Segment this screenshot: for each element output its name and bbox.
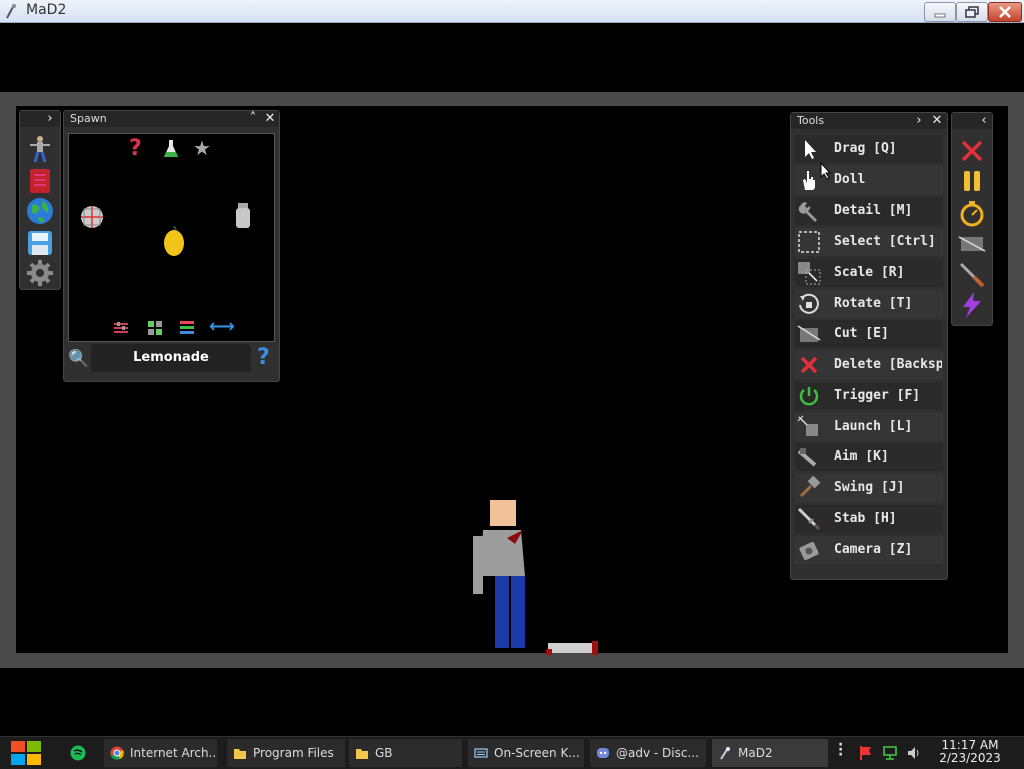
tool-scale[interactable]: Scale [R] xyxy=(795,259,943,287)
swap-arrows-icon[interactable]: ⟷ xyxy=(209,316,235,337)
discord-icon xyxy=(597,748,609,758)
tool-delete[interactable]: Delete [Backsp xyxy=(795,351,943,379)
tool-select[interactable]: Select [Ctrl] xyxy=(795,228,943,256)
spotify-icon[interactable] xyxy=(70,745,86,761)
lightning-icon[interactable] xyxy=(958,291,986,319)
save-floppy-icon[interactable] xyxy=(26,229,54,257)
scale-icon xyxy=(798,262,821,285)
tool-cut[interactable]: Cut [E] xyxy=(795,320,943,348)
collapse-left-chevron-icon[interactable]: ‹ xyxy=(976,114,992,128)
right-bar-header: ‹ xyxy=(952,113,992,129)
tool-swing[interactable]: Swing [J] xyxy=(795,474,943,502)
select-box-icon xyxy=(798,231,820,253)
power-icon xyxy=(799,387,819,406)
tool-aim[interactable]: Aim [K] xyxy=(795,443,943,471)
spawn-search-field[interactable]: Lemonade xyxy=(91,344,251,372)
folder-icon xyxy=(234,749,246,759)
hand-icon xyxy=(803,171,815,190)
app-icon xyxy=(6,4,16,19)
taskbar-item-mad2[interactable]: MaD2 xyxy=(712,739,828,767)
ragdoll-category-icon[interactable] xyxy=(26,135,54,163)
list-view-icon[interactable] xyxy=(179,320,195,336)
wrench-icon xyxy=(798,202,817,222)
restore-button[interactable] xyxy=(956,2,988,22)
windows-start-icon[interactable] xyxy=(10,739,42,767)
mad2-icon xyxy=(720,747,730,760)
tool-detail[interactable]: Detail [M] xyxy=(795,197,943,225)
tool-rotate[interactable]: Rotate [T] xyxy=(795,290,943,318)
flag-icon[interactable] xyxy=(858,745,874,761)
stopwatch-icon[interactable] xyxy=(958,199,986,227)
hammer-icon xyxy=(799,476,821,498)
taskbar-item-chrome[interactable]: Internet Arch... xyxy=(104,739,217,767)
question-mark-icon[interactable]: ? xyxy=(129,136,142,161)
spawn-panel-header: Spawn ˄ ✕ xyxy=(64,111,279,127)
keyboard-icon xyxy=(474,748,488,758)
sword-icon xyxy=(797,507,821,531)
clock-date: 2/23/2023 xyxy=(939,751,1001,765)
expand-chevron-icon[interactable]: › xyxy=(911,114,927,128)
star-icon[interactable]: ★ xyxy=(193,136,211,160)
pause-icon[interactable] xyxy=(958,167,986,195)
folder-icon xyxy=(356,749,368,759)
help-question-icon[interactable]: ? xyxy=(257,345,270,370)
sliders-icon[interactable] xyxy=(113,320,129,336)
mouse-cursor-icon xyxy=(820,162,832,180)
chrome-icon xyxy=(110,746,124,760)
tools-panel-title: Tools xyxy=(797,114,825,127)
volume-icon[interactable] xyxy=(906,745,922,761)
overflow-dots-icon[interactable]: · · · xyxy=(838,738,843,762)
window-titlebar: MaD2 xyxy=(0,0,1024,23)
spawn-panel: Spawn ˄ ✕ ? ★ ⟷ 🔍 Lemonade ? xyxy=(63,110,280,382)
aim-icon xyxy=(797,448,817,467)
taskbar: Internet Arch... Program Files GB On-Scr… xyxy=(0,736,1024,769)
taskbar-clock[interactable]: 11:17 AM 2/23/2023 xyxy=(934,739,1006,765)
collapse-chevron-icon[interactable]: ˄ xyxy=(245,112,261,126)
taskbar-item-discord[interactable]: @adv - Disc... xyxy=(590,739,706,767)
tool-doll[interactable]: Doll xyxy=(795,166,943,194)
tool-camera[interactable]: Camera [Z] xyxy=(795,536,943,564)
expand-chevron-icon[interactable]: › xyxy=(42,112,58,126)
taskbar-item-gb[interactable]: GB xyxy=(349,739,462,767)
ragdoll-figure[interactable] xyxy=(471,496,541,656)
window-title: MaD2 xyxy=(26,2,67,18)
tools-panel-header: Tools › ✕ xyxy=(791,113,947,129)
taskbar-item-onscreen-keyboard[interactable]: On-Screen K... xyxy=(468,739,584,767)
severed-limb[interactable] xyxy=(546,639,606,657)
cut-icon xyxy=(797,325,821,342)
tool-launch[interactable]: Launch [L] xyxy=(795,413,943,441)
gear-icon[interactable] xyxy=(26,259,54,287)
search-icon[interactable]: 🔍 xyxy=(68,349,89,369)
tools-panel: Tools › ✕ Drag [Q] Doll Detail [M] Selec… xyxy=(790,112,948,580)
taskbar-item-program-files[interactable]: Program Files xyxy=(227,739,345,767)
crosshair-target-icon[interactable] xyxy=(79,204,105,230)
close-window-button[interactable] xyxy=(988,2,1022,22)
spawn-preview[interactable]: ? ★ ⟷ xyxy=(68,133,275,342)
launch-icon xyxy=(797,415,818,436)
flask-icon[interactable] xyxy=(163,139,179,159)
rotate-icon xyxy=(799,293,819,314)
close-icon[interactable]: ✕ xyxy=(929,114,945,128)
delete-x-icon xyxy=(800,356,818,374)
clear-all-x-icon[interactable] xyxy=(958,137,986,165)
left-toolbar-header: › xyxy=(20,111,60,127)
lemon-icon[interactable] xyxy=(163,224,185,258)
jar-icon[interactable] xyxy=(235,202,251,230)
left-toolbar: › xyxy=(19,110,61,290)
network-icon[interactable] xyxy=(882,745,898,761)
knife-icon[interactable] xyxy=(958,261,986,289)
camera-icon xyxy=(799,541,819,561)
tool-stab[interactable]: Stab [H] xyxy=(795,505,943,533)
book-icon[interactable] xyxy=(26,167,54,195)
globe-icon[interactable] xyxy=(26,197,54,225)
grid-view-icon[interactable] xyxy=(147,320,163,336)
close-icon[interactable]: ✕ xyxy=(262,112,278,126)
right-action-bar: ‹ xyxy=(951,112,993,326)
minimize-button[interactable] xyxy=(924,2,956,22)
slice-tool-icon[interactable] xyxy=(958,229,986,257)
tool-trigger[interactable]: Trigger [F] xyxy=(795,382,943,410)
tool-drag[interactable]: Drag [Q] xyxy=(795,135,943,163)
cursor-arrow-icon xyxy=(805,140,816,159)
spawn-panel-title: Spawn xyxy=(70,112,107,125)
